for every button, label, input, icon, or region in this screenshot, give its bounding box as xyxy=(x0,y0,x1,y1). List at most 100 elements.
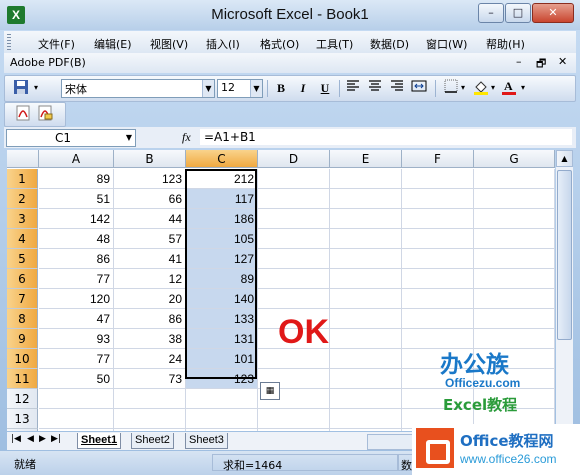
cell-c2[interactable]: 117 xyxy=(186,189,258,209)
cell-a3[interactable]: 142 xyxy=(39,209,114,229)
cell-c6[interactable]: 89 xyxy=(186,269,258,289)
align-center-icon[interactable] xyxy=(365,79,385,97)
row-header-4[interactable]: 4 xyxy=(7,229,38,249)
cell-b7[interactable]: 20 xyxy=(114,289,186,309)
menu-file[interactable]: 文件(F) xyxy=(38,36,75,52)
cell-c4[interactable]: 105 xyxy=(186,229,258,249)
cell-g5[interactable] xyxy=(474,249,555,269)
cell-d10[interactable] xyxy=(258,349,330,369)
chevron-down-icon[interactable]: ▾ xyxy=(519,79,527,97)
cell-e14[interactable] xyxy=(330,429,402,431)
underline-button[interactable]: U xyxy=(315,79,335,97)
menu-format[interactable]: 格式(O) xyxy=(260,36,299,52)
cell-f5[interactable] xyxy=(402,249,474,269)
worksheet-grid[interactable]: A B C D E F G 1 89 123 212 2 51 66 117 3 142 44 186… xyxy=(7,150,555,431)
column-header-g[interactable]: G xyxy=(474,150,555,168)
menu-view[interactable]: 视图(V) xyxy=(150,36,188,52)
pdf-email-icon[interactable] xyxy=(35,105,55,123)
cell-f4[interactable] xyxy=(402,229,474,249)
cell-e2[interactable] xyxy=(330,189,402,209)
doc-restore-button[interactable]: 🗗 xyxy=(536,55,546,74)
cell-c10[interactable]: 101 xyxy=(186,349,258,369)
column-header-d[interactable]: D xyxy=(258,150,330,168)
cell-d14[interactable] xyxy=(258,429,330,431)
cell-b5[interactable]: 41 xyxy=(114,249,186,269)
cell-b3[interactable]: 44 xyxy=(114,209,186,229)
chevron-down-icon[interactable]: ▼ xyxy=(126,133,132,142)
borders-icon[interactable] xyxy=(441,79,461,97)
cell-f1[interactable] xyxy=(402,169,474,189)
cell-b1[interactable]: 123 xyxy=(114,169,186,189)
toolbar-options-arrow-icon[interactable]: ▾ xyxy=(31,79,41,97)
cell-e3[interactable] xyxy=(330,209,402,229)
paste-options-icon[interactable]: ▦ xyxy=(260,382,280,400)
cell-e13[interactable] xyxy=(330,409,402,429)
font-size-combo[interactable]: 12 ▼ xyxy=(217,79,263,98)
cell-b11[interactable]: 73 xyxy=(114,369,186,389)
cell-e11[interactable] xyxy=(330,369,402,389)
cell-a14[interactable] xyxy=(39,429,114,431)
cell-f6[interactable] xyxy=(402,269,474,289)
cell-a1[interactable]: 89 xyxy=(39,169,114,189)
menu-window[interactable]: 窗口(W) xyxy=(426,36,467,52)
cell-c11[interactable]: 123 xyxy=(186,369,258,389)
menu-insert[interactable]: 插入(I) xyxy=(206,36,240,52)
row-header-14[interactable]: 14 xyxy=(7,429,38,431)
sheet-tab-1[interactable]: Sheet1 xyxy=(77,433,122,449)
cell-d6[interactable] xyxy=(258,269,330,289)
cell-d4[interactable] xyxy=(258,229,330,249)
cell-e7[interactable] xyxy=(330,289,402,309)
row-header-8[interactable]: 8 xyxy=(7,309,38,329)
cell-g1[interactable] xyxy=(474,169,555,189)
cell-d3[interactable] xyxy=(258,209,330,229)
pdf-convert-icon[interactable] xyxy=(13,105,33,123)
row-header-6[interactable]: 6 xyxy=(7,269,38,289)
chevron-down-icon[interactable]: ▾ xyxy=(489,79,497,97)
cell-g2[interactable] xyxy=(474,189,555,209)
cell-g7[interactable] xyxy=(474,289,555,309)
cell-f8[interactable] xyxy=(402,309,474,329)
cell-a12[interactable] xyxy=(39,389,114,409)
cell-e4[interactable] xyxy=(330,229,402,249)
cell-b13[interactable] xyxy=(114,409,186,429)
row-header-13[interactable]: 13 xyxy=(7,409,38,429)
chevron-down-icon[interactable]: ▾ xyxy=(459,79,467,97)
font-name-combo[interactable]: 宋体 ▼ xyxy=(61,79,215,98)
cell-e9[interactable] xyxy=(330,329,402,349)
cell-a10[interactable]: 77 xyxy=(39,349,114,369)
align-right-icon[interactable] xyxy=(387,79,407,97)
cell-c14[interactable] xyxy=(186,429,258,431)
close-button[interactable]: ✕ xyxy=(532,3,574,23)
row-header-10[interactable]: 10 xyxy=(7,349,38,369)
cell-e12[interactable] xyxy=(330,389,402,409)
cell-a4[interactable]: 48 xyxy=(39,229,114,249)
menu-help[interactable]: 帮助(H) xyxy=(486,36,525,52)
cell-c13[interactable] xyxy=(186,409,258,429)
cell-e5[interactable] xyxy=(330,249,402,269)
column-header-a[interactable]: A xyxy=(39,150,114,168)
scroll-up-icon[interactable]: ▲ xyxy=(556,150,573,167)
row-header-7[interactable]: 7 xyxy=(7,289,38,309)
cell-b4[interactable]: 57 xyxy=(114,229,186,249)
cell-e10[interactable] xyxy=(330,349,402,369)
cell-b9[interactable]: 38 xyxy=(114,329,186,349)
restore-button[interactable]: □ xyxy=(505,3,531,23)
formula-input[interactable]: =A1+B1 xyxy=(200,129,572,145)
cell-a11[interactable]: 50 xyxy=(39,369,114,389)
doc-close-button[interactable]: ✕ xyxy=(558,55,567,68)
row-header-2[interactable]: 2 xyxy=(7,189,38,209)
chevron-down-icon[interactable]: ▼ xyxy=(250,80,262,97)
cell-c8[interactable]: 133 xyxy=(186,309,258,329)
cell-b2[interactable]: 66 xyxy=(114,189,186,209)
vertical-scrollbar[interactable]: ▲ xyxy=(556,150,573,431)
cell-g4[interactable] xyxy=(474,229,555,249)
sheet-tab-2[interactable]: Sheet2 xyxy=(131,433,174,449)
cell-d2[interactable] xyxy=(258,189,330,209)
cell-b8[interactable]: 86 xyxy=(114,309,186,329)
cell-b6[interactable]: 12 xyxy=(114,269,186,289)
row-header-9[interactable]: 9 xyxy=(7,329,38,349)
cell-a2[interactable]: 51 xyxy=(39,189,114,209)
column-header-b[interactable]: B xyxy=(114,150,186,168)
sheet-tab-3[interactable]: Sheet3 xyxy=(185,433,228,449)
row-header-5[interactable]: 5 xyxy=(7,249,38,269)
